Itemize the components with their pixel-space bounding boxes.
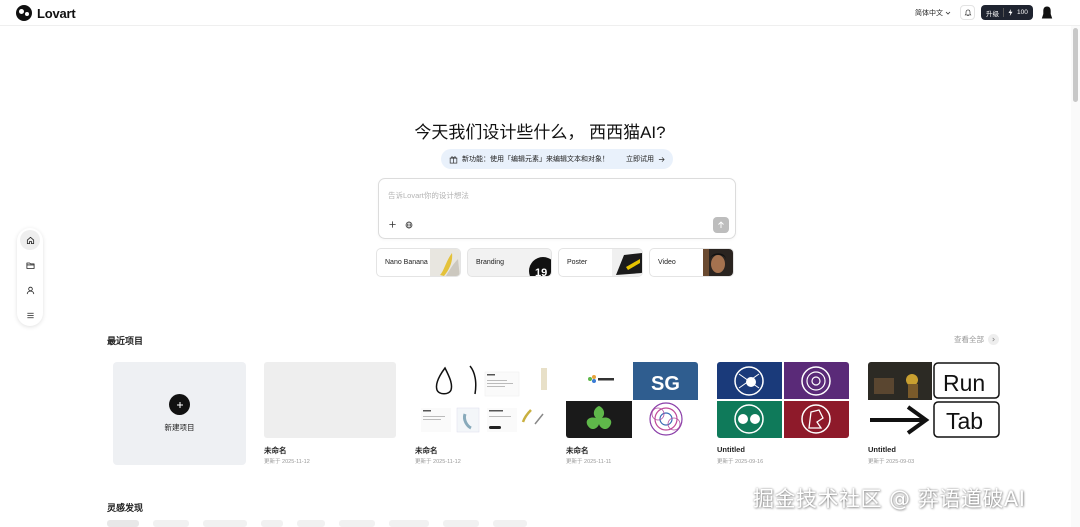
arrow-right-icon	[658, 156, 665, 162]
inspiration-filter-tabs	[107, 520, 527, 527]
project-card[interactable]: SG 未命名 更新于 2025-11-11	[560, 356, 704, 472]
chip-branding[interactable]: Branding 19	[467, 248, 552, 277]
video-thumbnail	[703, 249, 733, 276]
inspiration-title: 灵感发现	[107, 503, 144, 513]
branding-thumbnail: 19	[521, 249, 551, 277]
try-now-label: 立即试用	[626, 156, 654, 163]
filter-tab[interactable]	[203, 520, 247, 527]
user-icon	[26, 286, 34, 294]
folder-icon	[25, 262, 35, 269]
project-name: Untitled	[717, 445, 745, 454]
project-date: 更新于 2025-11-11	[566, 459, 612, 465]
arrow-up-icon	[718, 221, 724, 228]
new-project-label: 新建项目	[164, 423, 195, 432]
project-thumbnail	[717, 362, 849, 438]
filter-tab[interactable]	[443, 520, 479, 527]
chip-label: Nano Banana	[385, 259, 428, 266]
user-avatar-icon[interactable]	[1041, 6, 1053, 19]
filter-tab[interactable]	[297, 520, 325, 527]
feature-banner-text: 新功能：使用「编辑元素」来编辑文本和对象！	[462, 156, 609, 163]
project-thumbnail: Run Tab	[868, 362, 1000, 438]
project-date: 更新于 2025-09-03	[868, 459, 915, 465]
language-label: 简体中文	[915, 10, 943, 17]
chip-poster[interactable]: Poster	[558, 248, 643, 277]
notification-button[interactable]	[960, 5, 975, 20]
side-nav	[17, 228, 43, 326]
prompt-box[interactable]: 告诉Lovart你的设计想法	[378, 178, 736, 239]
lovart-logo-icon	[16, 5, 32, 21]
project-card[interactable]: Run Tab Untitled 更新于 2025-09-03	[862, 356, 1006, 472]
chevron-right-icon	[988, 334, 999, 345]
nav-profile-button[interactable]	[20, 280, 40, 300]
recent-projects-title: 最近项目	[107, 336, 144, 346]
project-thumbnail: SG	[566, 362, 698, 438]
divider	[1003, 8, 1004, 17]
brand-logo[interactable]: Lovart	[16, 5, 76, 21]
filter-tab[interactable]	[389, 520, 429, 527]
banana-thumbnail	[430, 249, 460, 276]
credits-count: 100	[1017, 9, 1028, 16]
chip-label: Poster	[567, 259, 588, 266]
project-name: Untitled	[868, 445, 896, 454]
project-card[interactable]: 未命名 更新于 2025-11-12	[409, 356, 553, 472]
chip-nano-banana[interactable]: Nano Banana	[376, 248, 461, 277]
svg-text:19: 19	[535, 267, 547, 277]
poster-thumbnail	[612, 249, 642, 276]
upgrade-button[interactable]: 升级 100	[981, 5, 1033, 20]
lightning-icon	[1008, 9, 1013, 16]
page-title: 今天我们设计些什么， 西西猫AI?	[414, 123, 666, 142]
send-button[interactable]	[713, 217, 729, 233]
chevron-down-icon	[945, 11, 951, 15]
upgrade-label: 升级	[986, 10, 999, 18]
project-name: 未命名	[264, 446, 287, 455]
filter-tab[interactable]	[493, 520, 527, 527]
globe-icon[interactable]	[405, 221, 413, 229]
language-selector[interactable]: 简体中文	[915, 8, 951, 18]
project-name: 未命名	[566, 446, 589, 455]
top-bar: Lovart 简体中文 升级 100	[0, 0, 1080, 26]
filter-tab[interactable]	[261, 520, 283, 527]
project-thumbnail	[264, 362, 396, 438]
project-thumbnail	[415, 362, 547, 438]
menu-icon	[26, 312, 34, 318]
feature-banner[interactable]: 新功能：使用「编辑元素」来编辑文本和对象！ 立即试用	[441, 149, 673, 169]
project-date: 更新于 2025-09-16	[717, 459, 764, 465]
brand-name: Lovart	[37, 5, 76, 21]
nav-menu-button[interactable]	[20, 305, 40, 325]
plus-icon	[169, 394, 190, 415]
filter-tab[interactable]	[153, 520, 189, 527]
home-icon	[26, 236, 34, 244]
scrollbar-thumb[interactable]	[1073, 28, 1078, 102]
project-date: 更新于 2025-11-12	[264, 459, 310, 465]
preset-chips: Nano Banana Branding 19 Poster Video	[376, 248, 734, 277]
project-card[interactable]: 未命名 更新于 2025-11-12	[258, 356, 402, 472]
prompt-input[interactable]: 告诉Lovart你的设计想法	[388, 190, 469, 201]
view-all-label: 查看全部	[954, 335, 984, 344]
filter-tab[interactable]	[107, 520, 139, 527]
run-label: Run	[943, 370, 985, 396]
nav-home-button[interactable]	[20, 230, 40, 250]
tab-label: Tab	[946, 408, 983, 434]
chip-label: Video	[658, 259, 676, 266]
watermark: 掘金技术社区 @ 弈语道破AI	[753, 487, 1026, 511]
view-all-link[interactable]: 查看全部	[954, 334, 999, 345]
project-name: 未命名	[415, 446, 438, 455]
bell-icon	[964, 9, 971, 16]
gift-icon	[449, 155, 458, 163]
sg-logo-text: SG	[651, 373, 680, 395]
nav-projects-button[interactable]	[20, 255, 40, 275]
chip-label: Branding	[476, 259, 505, 266]
project-date: 更新于 2025-11-12	[415, 459, 461, 465]
add-attachment-icon[interactable]	[388, 220, 397, 229]
project-card[interactable]: Untitled 更新于 2025-09-16	[711, 356, 855, 472]
chip-video[interactable]: Video	[649, 248, 734, 277]
filter-tab[interactable]	[339, 520, 375, 527]
try-now-link[interactable]: 立即试用	[626, 154, 665, 164]
new-project-card[interactable]: 新建项目	[113, 362, 246, 465]
